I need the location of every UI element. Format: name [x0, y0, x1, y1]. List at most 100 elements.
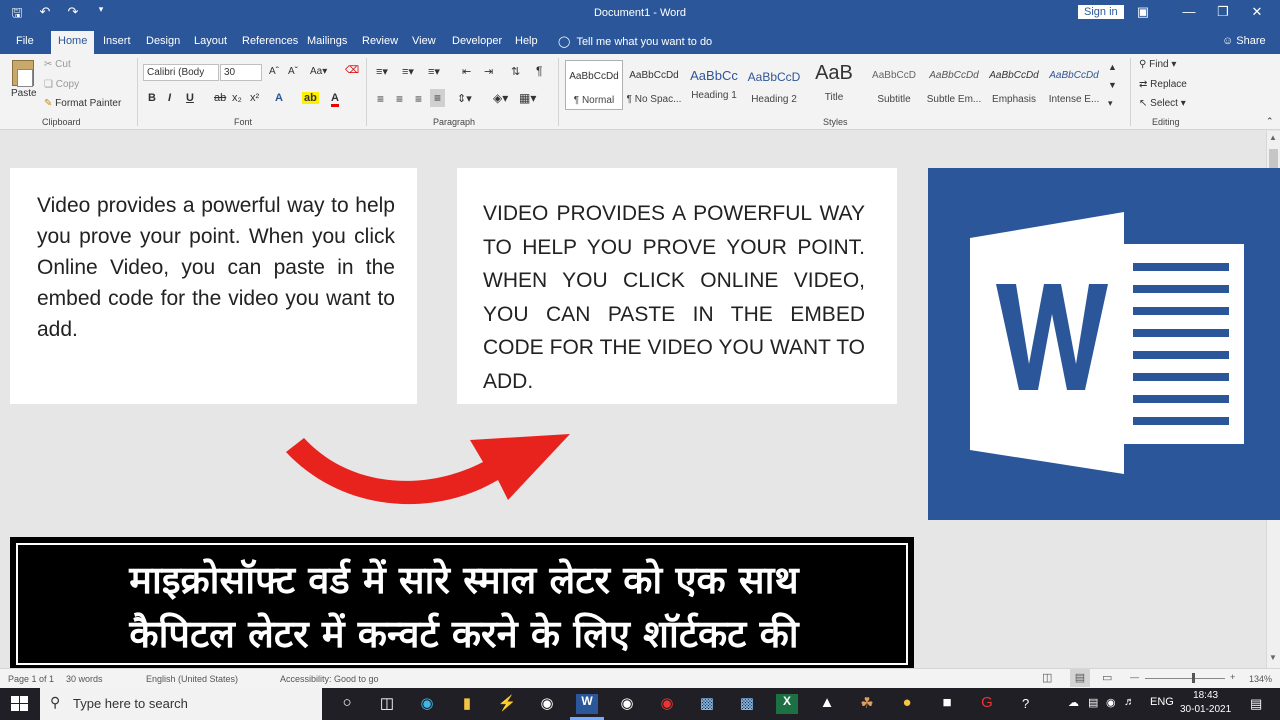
style-heading-2[interactable]: AaBbCcD Heading 2 — [745, 60, 803, 110]
ribbon-display-options-icon[interactable]: ▣ — [1130, 4, 1156, 20]
network-icon[interactable]: ▤ — [1088, 696, 1098, 709]
zoom-in-icon[interactable]: + — [1230, 672, 1235, 682]
camera-icon[interactable]: ◉ — [536, 694, 558, 714]
document-page-lowercase[interactable]: Video provides a powerful way to help yo… — [10, 168, 417, 404]
align-center-icon[interactable]: ≡ — [396, 92, 403, 106]
clear-formatting-icon[interactable]: ⌫ — [345, 65, 359, 76]
cortana-icon[interactable]: ○ — [336, 694, 358, 714]
tab-mailings[interactable]: Mailings — [307, 35, 347, 47]
select-button[interactable]: ↖ Select ▾ — [1139, 98, 1186, 109]
wifi-icon[interactable]: ◉ — [1106, 696, 1116, 709]
decrease-indent-icon[interactable]: ⇤ — [462, 65, 471, 78]
style-heading-1[interactable]: AaBbCc Heading 1 — [685, 60, 743, 110]
tab-file[interactable]: File — [16, 35, 34, 47]
chrome-icon[interactable]: ◉ — [656, 694, 678, 714]
tell-me-search[interactable]: ◯ Tell me what you want to do — [558, 35, 712, 48]
start-button[interactable] — [0, 688, 40, 720]
page-count[interactable]: Page 1 of 1 — [8, 674, 54, 684]
copy-button[interactable]: ❏ Copy — [44, 79, 79, 90]
clipboard-icon[interactable] — [12, 60, 34, 87]
bold-icon[interactable]: B — [148, 92, 156, 104]
body-text-normal[interactable]: Video provides a powerful way to help yo… — [37, 190, 395, 345]
body-text-uppercase[interactable]: VIDEO PROVIDES A POWERFUL WAY TO HELP YO… — [483, 197, 865, 398]
increase-indent-icon[interactable]: ⇥ — [484, 65, 493, 78]
word-taskbar-icon[interactable]: W — [576, 694, 598, 714]
change-case-icon[interactable]: Aa▾ — [310, 66, 327, 77]
styles-scroll-up-icon[interactable]: ▲ — [1108, 62, 1117, 72]
taskbar-search-box[interactable]: ⚲ Type here to search — [40, 688, 322, 720]
style-subtle-emphasis[interactable]: AaBbCcDd Subtle Em... — [925, 60, 983, 110]
grow-font-icon[interactable]: Aˆ — [269, 66, 279, 77]
shading-icon[interactable]: ◈▾ — [493, 91, 508, 105]
help-icon[interactable]: ? — [1022, 696, 1029, 711]
edge-icon[interactable]: ◉ — [416, 694, 438, 714]
share-button[interactable]: ☺ Share — [1222, 35, 1266, 47]
scroll-up-icon[interactable]: ▲ — [1269, 133, 1277, 142]
system-clock[interactable]: 18:43 30-01-2021 — [1180, 689, 1231, 717]
scroll-down-icon[interactable]: ▼ — [1269, 653, 1277, 662]
restore-icon[interactable]: ❐ — [1210, 4, 1236, 20]
find-button[interactable]: ⚲ Find ▾ — [1139, 59, 1176, 70]
read-mode-icon[interactable]: ◫ — [1042, 671, 1052, 684]
subscript-icon[interactable]: x₂ — [232, 92, 242, 104]
style-subtitle[interactable]: AaBbCcD Subtitle — [865, 60, 923, 110]
multilevel-list-icon[interactable]: ≡▾ — [428, 65, 440, 78]
text-effects-icon[interactable]: A — [275, 92, 283, 104]
close-icon[interactable]: ✕ — [1244, 4, 1270, 20]
input-language[interactable]: ENG — [1150, 696, 1174, 708]
sort-icon[interactable]: ⇅ — [511, 65, 520, 78]
cut-button[interactable]: ✂ Cut — [44, 59, 71, 70]
tab-insert[interactable]: Insert — [103, 35, 131, 47]
style-intense-emphasis[interactable]: AaBbCcDd Intense E... — [1045, 60, 1103, 110]
tab-developer[interactable]: Developer — [452, 35, 502, 47]
zoom-slider[interactable] — [1145, 678, 1225, 679]
tab-review[interactable]: Review — [362, 35, 398, 47]
style-no-spacing[interactable]: AaBbCcDd ¶ No Spac... — [625, 60, 683, 110]
minimize-icon[interactable]: — — [1176, 4, 1202, 19]
accessibility-status[interactable]: Accessibility: Good to go — [280, 674, 379, 684]
font-size-box[interactable]: 30 — [220, 64, 262, 81]
replace-button[interactable]: ⇄ Replace — [1139, 79, 1187, 90]
volume-icon[interactable]: ♬ — [1124, 696, 1135, 708]
styles-scroll-down-icon[interactable]: ▼ — [1108, 80, 1117, 90]
tab-layout[interactable]: Layout — [194, 35, 227, 47]
word-count[interactable]: 30 words — [66, 674, 103, 684]
app-icon[interactable]: ● — [896, 694, 918, 714]
sign-in-button[interactable]: Sign in — [1078, 5, 1124, 19]
format-painter-button[interactable]: ✎ Format Painter — [44, 98, 121, 109]
tab-view[interactable]: View — [412, 35, 436, 47]
line-spacing-icon[interactable]: ⇕▾ — [457, 92, 472, 105]
zoom-out-icon[interactable]: — — [1130, 672, 1139, 682]
font-name-box[interactable]: Calibri (Body — [143, 64, 219, 81]
network-app-icon[interactable]: ▩ — [696, 694, 718, 714]
monitor-app-icon[interactable]: ▩ — [736, 694, 758, 714]
app-icon[interactable]: ■ — [936, 694, 958, 714]
italic-icon[interactable]: I — [168, 92, 171, 104]
cloud-icon[interactable]: ☁ — [1068, 696, 1079, 709]
numbering-icon[interactable]: ≡▾ — [402, 65, 414, 78]
style-normal[interactable]: AaBbCcDd ¶ Normal — [565, 60, 623, 110]
borders-icon[interactable]: ▦▾ — [519, 91, 536, 105]
excel-taskbar-icon[interactable]: X — [776, 694, 798, 714]
tab-help[interactable]: Help — [515, 35, 538, 47]
web-layout-icon[interactable]: ▭ — [1102, 671, 1112, 684]
file-explorer-icon[interactable]: ▮ — [456, 694, 478, 714]
zoom-level[interactable]: 134% — [1249, 674, 1272, 684]
app-icon[interactable]: ☘ — [856, 694, 878, 714]
underline-icon[interactable]: U — [186, 92, 194, 104]
shrink-font-icon[interactable]: Aˇ — [288, 66, 298, 77]
zoom-slider-thumb[interactable] — [1192, 673, 1195, 683]
superscript-icon[interactable]: x² — [250, 92, 259, 104]
align-left-icon[interactable]: ≡ — [377, 92, 384, 106]
highlight-icon[interactable]: ab — [302, 92, 319, 104]
google-icon[interactable]: G — [976, 694, 998, 714]
print-layout-icon[interactable]: ▤ — [1070, 669, 1090, 687]
obs-icon[interactable]: ◉ — [616, 694, 638, 714]
font-color-icon[interactable]: A — [331, 92, 339, 107]
strikethrough-icon[interactable]: ab — [214, 92, 226, 104]
task-view-icon[interactable]: ◫ — [376, 694, 398, 714]
app-icon[interactable]: ▲ — [816, 694, 838, 714]
collapse-ribbon-icon[interactable]: ⌃ — [1266, 116, 1274, 127]
tab-references[interactable]: References — [242, 35, 298, 47]
align-right-icon[interactable]: ≡ — [415, 92, 422, 106]
